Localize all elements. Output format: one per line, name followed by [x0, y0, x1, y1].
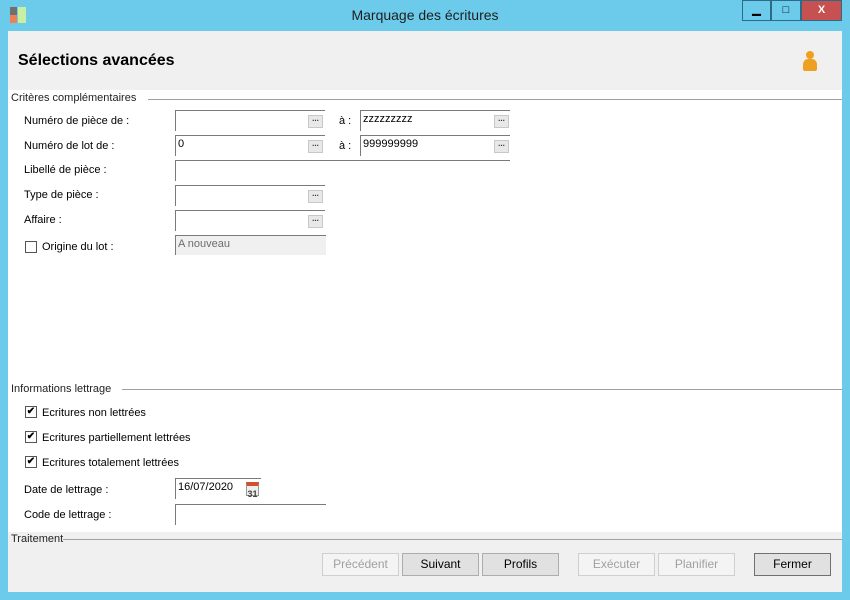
- piece-from-input[interactable]: [175, 110, 325, 131]
- header: Sélections avancées: [8, 31, 842, 90]
- totalement-lettrees-label: Ecritures totalement lettrées: [42, 457, 179, 469]
- minimize-button[interactable]: ▁: [742, 0, 771, 21]
- type-browse-button[interactable]: ...: [308, 190, 323, 203]
- divider: [63, 539, 842, 540]
- libelle-input[interactable]: [175, 160, 510, 181]
- execute-button[interactable]: Exécuter: [578, 553, 655, 576]
- lot-from-browse-button[interactable]: ...: [308, 140, 323, 153]
- origine-input: A nouveau: [175, 235, 326, 255]
- partiellement-lettrees-checkbox[interactable]: ✔: [25, 431, 37, 443]
- date-lettrage-label: Date de lettrage :: [24, 484, 109, 496]
- piece-from-label: Numéro de pièce de :: [24, 115, 130, 127]
- affaire-browse-button[interactable]: ...: [308, 215, 323, 228]
- section-lettrage: Informations lettrage: [11, 383, 112, 395]
- piece-to-input[interactable]: zzzzzzzzz: [360, 110, 510, 131]
- non-lettrees-checkbox[interactable]: ✔: [25, 406, 37, 418]
- non-lettrees-label: Ecritures non lettrées: [42, 407, 146, 419]
- calendar-icon[interactable]: 31: [246, 482, 259, 499]
- origine-label: Origine du lot :: [42, 241, 114, 253]
- page-title: Sélections avancées: [18, 52, 175, 69]
- piece-to-browse-button[interactable]: ...: [494, 115, 509, 128]
- lot-to-browse-button[interactable]: ...: [494, 140, 509, 153]
- partiellement-lettrees-label: Ecritures partiellement lettrées: [42, 432, 191, 444]
- section-criteria: Critères complémentaires: [11, 92, 137, 104]
- divider: [148, 99, 842, 100]
- user-icon[interactable]: [802, 51, 818, 71]
- close-button[interactable]: Fermer: [754, 553, 831, 576]
- to-label: à :: [339, 115, 352, 127]
- code-lettrage-label: Code de lettrage :: [24, 509, 112, 521]
- divider: [122, 389, 842, 390]
- section-traitement: Traitement: [11, 533, 64, 545]
- code-lettrage-input[interactable]: [175, 504, 326, 525]
- lot-from-input[interactable]: 0: [175, 135, 325, 156]
- piece-from-browse-button[interactable]: ...: [308, 115, 323, 128]
- title-bar: Marquage des écritures ▁ □ X: [0, 0, 850, 31]
- type-input[interactable]: [175, 185, 325, 206]
- maximize-button[interactable]: □: [771, 0, 801, 21]
- next-button[interactable]: Suivant: [402, 553, 479, 576]
- origine-checkbox[interactable]: [25, 241, 37, 253]
- totalement-lettrees-checkbox[interactable]: ✔: [25, 456, 37, 468]
- dialog-client: Sélections avancées Critères complémenta…: [8, 31, 842, 592]
- affaire-input[interactable]: [175, 210, 325, 231]
- close-window-button[interactable]: X: [801, 0, 842, 21]
- profiles-button[interactable]: Profils: [482, 553, 559, 576]
- libelle-label: Libellé de pièce :: [24, 164, 107, 176]
- window-title: Marquage des écritures: [351, 7, 499, 23]
- lot-from-label: Numéro de lot de :: [24, 140, 115, 152]
- lot-to-input[interactable]: 999999999: [360, 135, 510, 156]
- schedule-button[interactable]: Planifier: [658, 553, 735, 576]
- type-label: Type de pièce :: [24, 189, 99, 201]
- to-label: à :: [339, 140, 352, 152]
- previous-button[interactable]: Précédent: [322, 553, 399, 576]
- affaire-label: Affaire :: [24, 214, 62, 226]
